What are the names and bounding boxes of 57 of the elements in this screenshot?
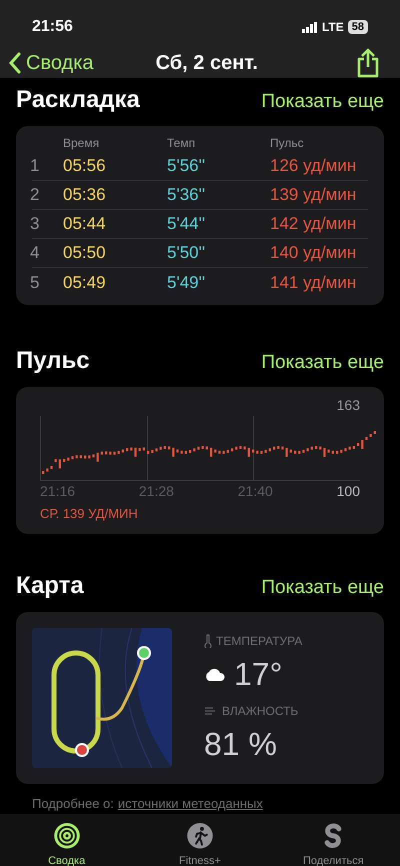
split-heart-rate: 142 уд/мин [270, 213, 358, 236]
column-header: Темп [167, 135, 196, 152]
split-number: 3 [30, 213, 40, 236]
split-heart-rate: 141 уд/мин [270, 272, 358, 294]
section-title: Карта [16, 571, 84, 601]
nav-title: Сб, 2 сент. [156, 51, 258, 76]
split-number: 4 [30, 242, 40, 264]
network-label: LTE [322, 19, 344, 36]
show-more-link[interactable]: Показать еще [261, 574, 384, 602]
show-more-link[interactable]: Показать еще [261, 88, 384, 116]
temperature-label: ТЕМПЕРАТУРА [216, 633, 302, 650]
split-number: 2 [30, 184, 40, 206]
battery-indicator: 58 [348, 20, 368, 34]
tab-bar-item[interactable]: Поделиться [278, 822, 388, 866]
status-time: 21:56 [32, 17, 73, 37]
column-header: Пульс [270, 135, 305, 152]
section-title: Раскладка [16, 85, 140, 115]
time-axis-label: 21:28 [138, 482, 175, 501]
time-axis-label: 21:16 [40, 482, 76, 501]
section-title: Пульс [16, 346, 90, 376]
average-heart-rate: СР. 139 УД/МИН [40, 506, 138, 521]
axis-min-label: 100 [336, 482, 360, 501]
rings-icon [52, 822, 81, 849]
axis-max-label: 163 [336, 396, 360, 415]
split-heart-rate: 140 уд/мин [270, 242, 358, 264]
split-heart-rate: 126 уд/мин [270, 155, 358, 178]
runner-icon [186, 822, 214, 849]
split-heart-rate: 139 уд/мин [270, 184, 358, 206]
split-pace: 5'50'' [167, 242, 206, 264]
split-time: 05:56 [63, 155, 107, 178]
split-time: 05:50 [63, 242, 107, 264]
humidity-value: 81 % [204, 725, 278, 764]
note-text: Подробнее о: [32, 795, 114, 813]
humidity-label: ВЛАЖНОСТЬ [222, 703, 298, 720]
share-icon [356, 48, 380, 78]
split-time: 05:44 [63, 213, 107, 236]
thermometer-icon [204, 634, 212, 648]
split-pace: 5'49'' [167, 272, 206, 294]
split-pace: 5'36'' [167, 184, 206, 206]
time-axis-label: 21:40 [238, 482, 274, 501]
tab-bar-item[interactable]: Сводка [12, 822, 122, 866]
chevron-left-icon [8, 52, 22, 74]
signal-icon [302, 22, 318, 32]
split-pace: 5'44'' [167, 213, 206, 236]
split-number: 1 [30, 155, 40, 178]
tab-bar-item[interactable]: Fitness+ [144, 822, 255, 866]
back-button[interactable]: Сводка [8, 48, 94, 78]
split-time: 05:49 [63, 272, 107, 294]
temperature-value: 17° [234, 655, 282, 694]
split-time: 05:36 [63, 184, 107, 206]
show-more-link[interactable]: Показать еще [261, 349, 384, 378]
cloud-icon [204, 667, 226, 681]
column-header: Время [63, 135, 100, 152]
split-number: 5 [30, 272, 40, 294]
weather-sources-link[interactable]: источники метеоданных [118, 794, 263, 814]
split-pace: 5'56'' [167, 155, 206, 178]
humidity-icon [204, 705, 218, 717]
